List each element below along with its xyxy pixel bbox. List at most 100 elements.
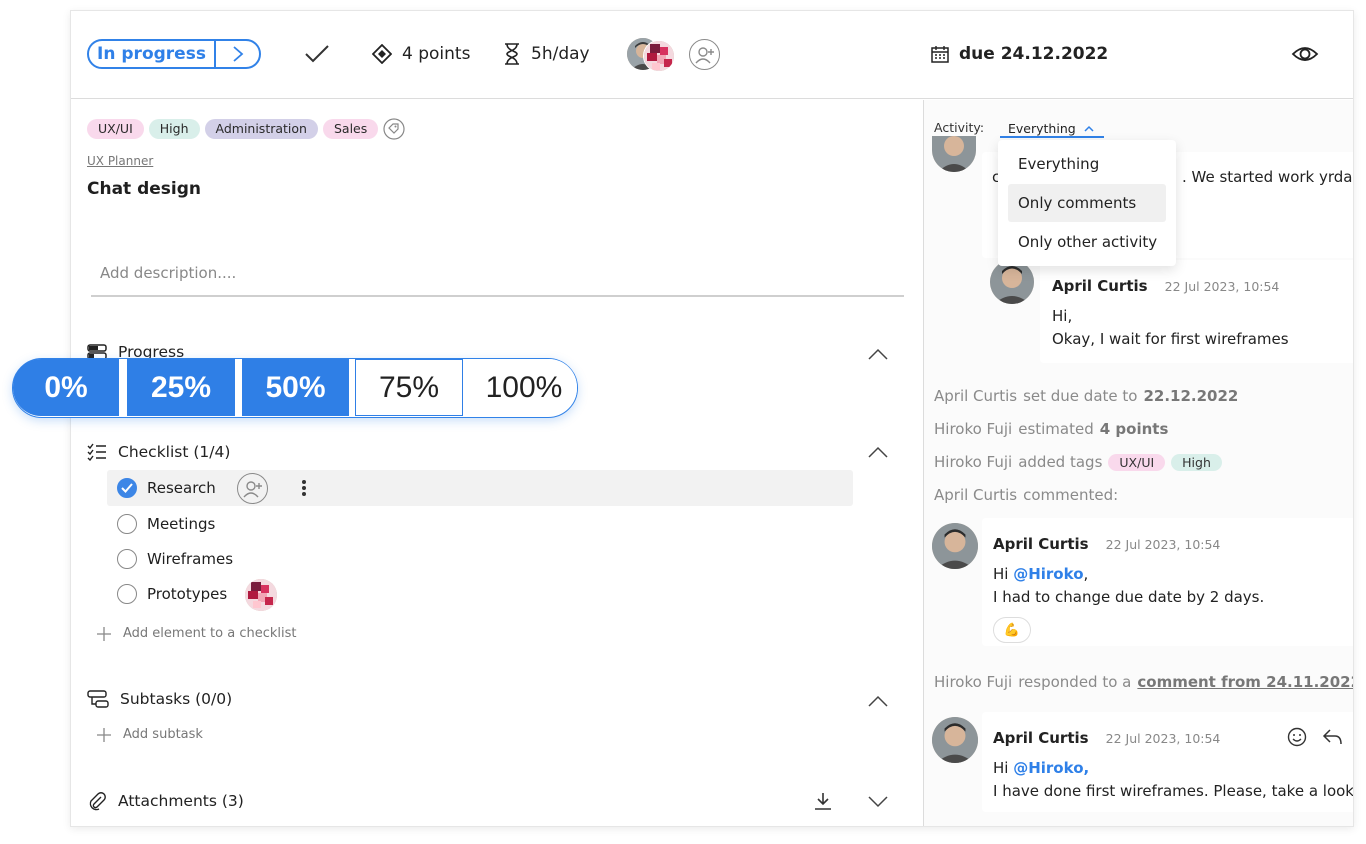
assign-person-button[interactable] <box>237 473 268 504</box>
comment-author[interactable]: April Curtis <box>993 729 1089 747</box>
tag-administration[interactable]: Administration <box>204 119 318 139</box>
checkbox-unchecked[interactable] <box>117 549 137 569</box>
log-actor[interactable]: Hiroko Fuji <box>934 673 1012 691</box>
activity-log-item: Hiroko Fuji estimated 4 points <box>934 420 1168 438</box>
time-estimate-item[interactable]: 5h/day <box>503 41 590 67</box>
add-person-icon <box>694 46 714 63</box>
comment-text: Hi <box>993 759 1014 777</box>
add-tag-icon[interactable] <box>383 118 405 140</box>
points-label: 4 points <box>402 44 471 64</box>
reply-icon[interactable] <box>1322 728 1342 746</box>
filter-option-only-comments[interactable]: Only comments <box>1008 184 1166 222</box>
task-title[interactable]: Chat design <box>87 179 201 199</box>
avatar <box>932 136 976 172</box>
checklist-section-header[interactable]: Checklist (1/4) <box>87 443 230 461</box>
progress-option-50[interactable]: 50% <box>242 359 349 416</box>
points-item[interactable]: 4 points <box>372 41 470 67</box>
comment-card: April Curtis 22 Jul 2023, 10:54 Hi @Hiro… <box>982 712 1354 812</box>
mention-link[interactable]: @Hiroko <box>1013 565 1083 583</box>
checklist-item[interactable]: Prototypes <box>107 576 853 612</box>
checkbox-unchecked[interactable] <box>117 584 137 604</box>
progress-option-100[interactable]: 100% <box>471 359 577 416</box>
complete-check-icon[interactable] <box>304 41 330 67</box>
tag-high[interactable]: High <box>148 119 200 139</box>
comment-date: 22 Jul 2023, 10:54 <box>1105 731 1221 746</box>
log-actor[interactable]: Hiroko Fuji <box>934 453 1012 471</box>
tag-uxui[interactable]: UX/UI <box>87 119 144 139</box>
chevron-up-icon[interactable] <box>868 695 888 707</box>
chevron-up-icon[interactable] <box>868 446 888 458</box>
activity-log-item: April Curtis commented: <box>934 486 1118 504</box>
add-person-icon <box>242 480 262 497</box>
attachments-label: Attachments (3) <box>118 792 244 810</box>
filter-option-everything[interactable]: Everything <box>1008 145 1166 183</box>
chevron-up-icon[interactable] <box>868 348 888 360</box>
task-header: In progress 4 points 5h/day due 24.12.20… <box>71 11 1353 99</box>
comment-card: April Curtis 22 Jul 2023, 10:54 Hi @Hiro… <box>982 518 1353 646</box>
comment-link[interactable]: comment from 24.11.2022 <box>1137 673 1353 691</box>
subtasks-section-header[interactable]: Subtasks (0/0) <box>87 690 232 708</box>
log-value: 4 points <box>1099 420 1169 438</box>
comment-author[interactable]: April Curtis <box>993 535 1089 553</box>
comment-line: Okay, I wait for first wireframes <box>1052 330 1289 348</box>
comment-line: I have done first wireframes. Please, ta… <box>993 782 1354 800</box>
download-icon[interactable] <box>814 792 832 810</box>
chevron-right-icon[interactable] <box>216 45 259 63</box>
checklist-item[interactable]: Wireframes <box>107 541 853 577</box>
description-input[interactable]: Add description.... <box>91 257 904 297</box>
avatar <box>245 579 277 611</box>
filter-option-only-other[interactable]: Only other activity <box>1008 223 1166 261</box>
tag-high: High <box>1171 453 1222 471</box>
checkbox-checked[interactable] <box>117 478 137 498</box>
project-link[interactable]: UX Planner <box>87 154 153 168</box>
activity-log-item: Hiroko Fuji responded to a comment from … <box>934 673 1353 691</box>
log-actor[interactable]: April Curtis <box>934 387 1017 405</box>
attachments-section-header[interactable]: Attachments (3) <box>87 791 244 811</box>
chevron-down-icon[interactable] <box>868 796 888 808</box>
plus-icon <box>97 727 111 742</box>
time-label: 5h/day <box>531 44 590 64</box>
status-button[interactable]: In progress <box>87 39 261 69</box>
eye-icon[interactable] <box>1291 43 1319 65</box>
activity-filter-value: Everything <box>1008 120 1076 136</box>
reaction-emoji: 💪 <box>1003 622 1021 638</box>
progress-option-0[interactable]: 0% <box>13 359 119 416</box>
task-card: In progress 4 points 5h/day due 24.12.20… <box>70 10 1354 827</box>
add-assignee-button[interactable] <box>689 39 720 70</box>
subtasks-label: Subtasks (0/0) <box>120 690 233 708</box>
log-action: estimated <box>1018 420 1094 438</box>
status-label: In progress <box>89 41 216 67</box>
comment-date: 22 Jul 2023, 10:54 <box>1164 279 1280 294</box>
reaction-badge[interactable]: 💪 <box>993 617 1031 643</box>
comment-line: Hi, <box>1052 307 1073 325</box>
avatar <box>932 523 978 569</box>
checklist-item[interactable]: Research <box>107 470 853 506</box>
log-action: set due date to <box>1023 387 1138 405</box>
add-subtask-label: Add subtask <box>123 727 203 742</box>
tag-list: UX/UI High Administration Sales <box>87 118 405 140</box>
due-date-item[interactable]: due 24.12.2022 <box>931 41 1108 67</box>
tag-sales[interactable]: Sales <box>322 119 379 139</box>
calendar-icon <box>931 46 949 63</box>
comment-text-partial: . We started work yrday. <box>1182 168 1354 186</box>
more-vertical-icon[interactable] <box>301 479 307 497</box>
progress-option-75[interactable]: 75% <box>355 359 463 416</box>
checkbox-unchecked[interactable] <box>117 514 137 534</box>
log-action: commented: <box>1023 486 1119 504</box>
checklist-icon <box>87 443 106 461</box>
assignees-group[interactable] <box>627 38 679 72</box>
log-actor[interactable]: April Curtis <box>934 486 1017 504</box>
add-checklist-item-button[interactable]: Add element to a checklist <box>97 626 296 641</box>
hourglass-icon <box>505 43 519 65</box>
add-subtask-button[interactable]: Add subtask <box>97 727 203 742</box>
checklist-item[interactable]: Meetings <box>107 506 853 542</box>
comment-author[interactable]: April Curtis <box>1052 277 1148 295</box>
progress-option-25[interactable]: 25% <box>127 359 235 416</box>
log-actor[interactable]: Hiroko Fuji <box>934 420 1012 438</box>
activity-label: Activity: <box>934 120 985 135</box>
log-value: 22.12.2022 <box>1143 387 1239 405</box>
mention-link[interactable]: @Hiroko, <box>1013 759 1089 777</box>
emoji-reaction-icon[interactable] <box>1287 727 1307 747</box>
activity-filter-select[interactable]: Everything <box>1000 120 1104 138</box>
tag-uxui: UX/UI <box>1108 453 1166 471</box>
